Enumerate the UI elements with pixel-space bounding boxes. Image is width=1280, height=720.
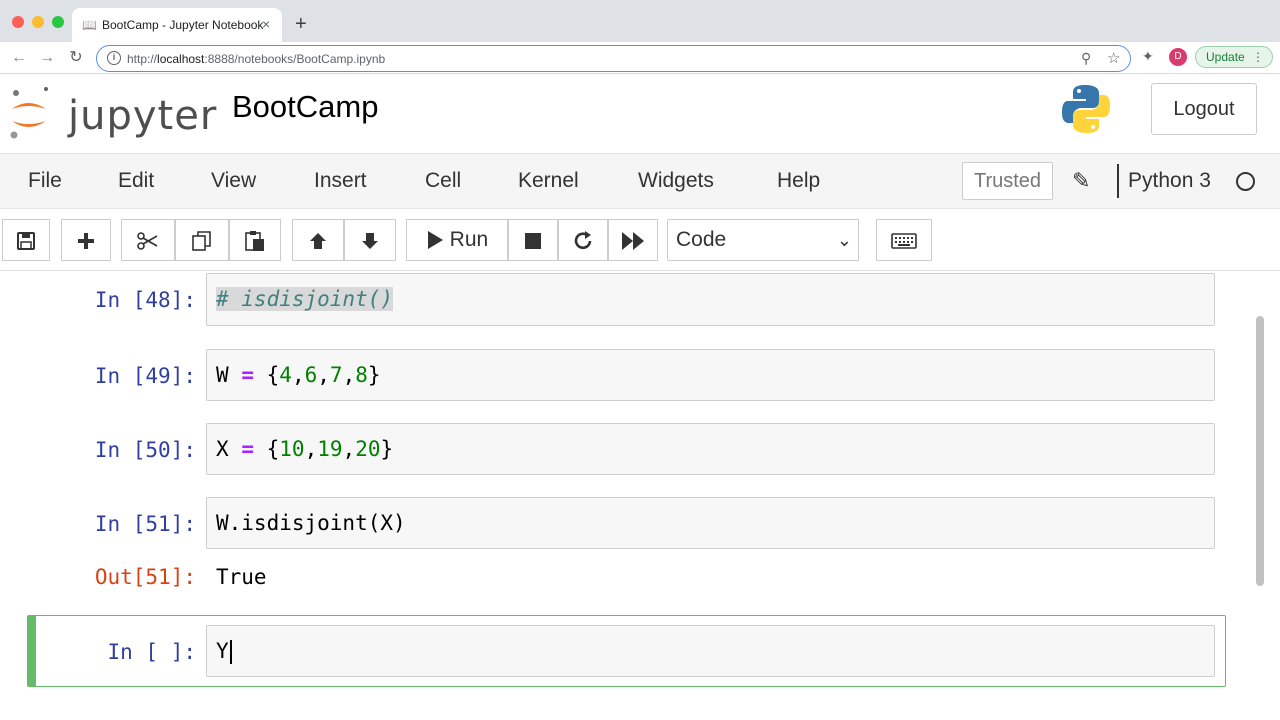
window-minimize-button[interactable] <box>32 16 44 28</box>
menu-kernel[interactable]: Kernel <box>518 169 579 193</box>
jupyter-orbit-icon <box>10 87 48 139</box>
browser-toolbar: ← → ↻ i http://localhost:8888/notebooks/… <box>0 42 1280 74</box>
browser-update-button[interactable]: Update ⋮ <box>1195 46 1273 68</box>
play-icon <box>427 231 443 250</box>
browser-tab-bar: 📖 BootCamp - Jupyter Notebook × + <box>0 0 1280 42</box>
restart-icon <box>574 230 592 249</box>
move-up-button[interactable] <box>292 219 344 261</box>
stop-icon <box>525 232 541 249</box>
bookmark-star-icon[interactable]: ☆ <box>1107 49 1120 67</box>
insert-cell-button[interactable] <box>61 219 111 261</box>
text-cursor <box>229 640 232 664</box>
tab-close-icon[interactable]: × <box>262 16 270 32</box>
browser-tab[interactable]: 📖 BootCamp - Jupyter Notebook × <box>72 8 282 42</box>
paste-button[interactable] <box>229 219 281 261</box>
code-cell-input[interactable]: # isdisjoint() <box>206 273 1215 326</box>
forward-arrow-icon[interactable]: → <box>37 48 57 68</box>
interrupt-button[interactable] <box>508 219 558 261</box>
jupyter-favicon-icon: 📖 <box>82 18 97 32</box>
scrollbar-thumb[interactable] <box>1256 316 1264 586</box>
code-line[interactable]: W.isdisjoint(X) <box>216 511 406 535</box>
back-arrow-icon[interactable]: ← <box>9 48 29 68</box>
paste-icon <box>245 230 264 251</box>
url-text[interactable]: http://localhost:8888/notebooks/BootCamp… <box>127 52 385 66</box>
code-cell-input[interactable]: X = {10,19,20} <box>206 423 1215 475</box>
window-maximize-button[interactable] <box>52 16 64 28</box>
trusted-indicator[interactable]: Trusted <box>962 162 1053 200</box>
menubar: File Edit View Insert Cell Kernel Widget… <box>0 153 1280 209</box>
pencil-icon[interactable]: ✎ <box>1072 168 1090 194</box>
input-prompt: In [49]: <box>94 364 196 388</box>
menu-widgets[interactable]: Widgets <box>638 169 714 193</box>
cut-button[interactable] <box>121 219 175 261</box>
menu-edit[interactable]: Edit <box>118 169 154 193</box>
address-bar[interactable]: i http://localhost:8888/notebooks/BootCa… <box>96 45 1131 72</box>
notebook-toolbar: Run Code ⌄ <box>0 209 1280 271</box>
code-cell-input-active[interactable]: Y <box>206 625 1215 677</box>
command-palette-button[interactable] <box>876 219 932 261</box>
plus-icon <box>78 232 94 249</box>
scissors-icon <box>137 231 158 250</box>
zoom-icon[interactable]: ⚲ <box>1081 50 1091 67</box>
keyboard-icon <box>891 232 917 249</box>
python-logo-icon <box>1062 85 1110 133</box>
notebook-container: In [48]: # isdisjoint() In [49]: W = {4,… <box>0 271 1280 720</box>
run-button[interactable]: Run <box>406 219 508 261</box>
input-prompt: In [51]: <box>94 512 196 536</box>
restart-button[interactable] <box>558 219 608 261</box>
code-cell-input[interactable]: W.isdisjoint(X) <box>206 497 1215 549</box>
save-button[interactable] <box>2 219 50 261</box>
jupyter-wordmark: jupyter <box>68 93 218 139</box>
new-tab-button[interactable]: + <box>295 14 307 34</box>
arrow-down-icon <box>362 232 378 249</box>
menu-help[interactable]: Help <box>777 169 820 193</box>
cell-type-value: Code <box>676 228 727 251</box>
code-line[interactable]: W = {4,6,7,8} <box>216 363 381 387</box>
code-line[interactable]: X = {10,19,20} <box>216 437 393 461</box>
more-menu-icon: ⋮ <box>1252 50 1264 64</box>
tab-title: BootCamp - Jupyter Notebook <box>102 18 264 32</box>
code-line[interactable]: Y <box>216 639 232 664</box>
save-icon <box>17 231 35 250</box>
menu-view[interactable]: View <box>211 169 256 193</box>
code-cell-input[interactable]: W = {4,6,7,8} <box>206 349 1215 401</box>
input-prompt: In [ ]: <box>107 640 196 664</box>
kernel-idle-indicator-icon <box>1236 172 1255 191</box>
copy-icon <box>192 230 211 251</box>
input-prompt: In [50]: <box>94 438 196 462</box>
profile-avatar[interactable]: D <box>1169 48 1187 66</box>
cell-type-select[interactable]: Code ⌄ <box>667 219 859 261</box>
kernel-separator <box>1117 164 1119 198</box>
reload-icon[interactable]: ↻ <box>66 48 86 68</box>
notebook-title[interactable]: BootCamp <box>232 89 378 125</box>
site-info-icon[interactable]: i <box>107 51 121 65</box>
menu-file[interactable]: File <box>28 169 62 193</box>
logout-button[interactable]: Logout <box>1151 83 1257 135</box>
extensions-puzzle-icon[interactable]: ✦ <box>1142 48 1154 65</box>
jupyter-header: jupyter BootCamp Logout <box>0 75 1280 153</box>
input-prompt: In [48]: <box>94 288 196 312</box>
output-prompt: Out[51]: <box>94 565 196 589</box>
cell-output: True <box>216 565 267 589</box>
chevron-down-icon: ⌄ <box>836 230 852 250</box>
jupyter-logo[interactable]: jupyter <box>8 85 216 141</box>
menu-cell[interactable]: Cell <box>425 169 461 193</box>
window-close-button[interactable] <box>12 16 24 28</box>
menu-insert[interactable]: Insert <box>314 169 367 193</box>
arrow-up-icon <box>310 232 326 249</box>
move-down-button[interactable] <box>344 219 396 261</box>
run-label: Run <box>449 228 489 251</box>
code-line[interactable]: # isdisjoint() <box>216 287 394 311</box>
fast-forward-icon <box>622 231 644 250</box>
restart-run-all-button[interactable] <box>608 219 658 261</box>
kernel-name: Python 3 <box>1128 169 1211 192</box>
copy-button[interactable] <box>175 219 229 261</box>
